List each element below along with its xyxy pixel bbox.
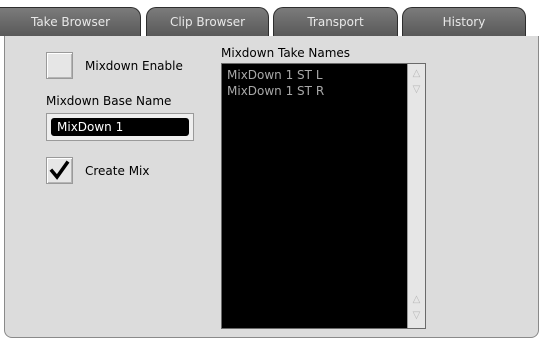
tab-label: Clip Browser [169,15,246,29]
list-scrollbar[interactable]: △ ▽ △ ▽ [407,64,425,328]
mixdown-take-names-label: Mixdown Take Names [221,46,351,60]
scroll-down-arrow-icon[interactable]: ▽ [411,84,422,96]
mixdown-base-name-field-frame [46,113,194,141]
tab-clip-browser[interactable]: Clip Browser [146,7,269,36]
list-item[interactable]: MixDown 1 ST L [227,68,323,82]
create-mix-label: Create Mix [85,164,150,178]
tab-label: Transport [307,15,364,29]
list-item[interactable]: MixDown 1 ST R [227,84,324,98]
tab-transport[interactable]: Transport [273,7,398,36]
tab-history[interactable]: History [402,7,526,36]
mixdown-enable-label: Mixdown Enable [85,59,183,73]
tab-take-browser[interactable]: Take Browser [0,7,141,36]
create-mix-checkbox[interactable] [46,157,73,184]
tab-label: Take Browser [30,15,111,29]
mixdown-base-name-label: Mixdown Base Name [46,94,172,108]
mixdown-enable-checkbox[interactable] [46,52,73,79]
scroll-up-arrow-icon[interactable]: △ [411,294,422,306]
mixdown-base-name-input[interactable] [51,118,189,136]
mixdown-take-names-list[interactable]: MixDown 1 ST L MixDown 1 ST R △ ▽ △ ▽ [221,63,426,329]
tab-label: History [442,15,486,29]
scroll-down-arrow-icon[interactable]: ▽ [411,310,422,322]
scroll-up-arrow-icon[interactable]: △ [411,68,422,80]
tab-bar: Take Browser Clip Browser Transport Hist… [0,0,539,36]
checkmark-icon [49,160,70,180]
